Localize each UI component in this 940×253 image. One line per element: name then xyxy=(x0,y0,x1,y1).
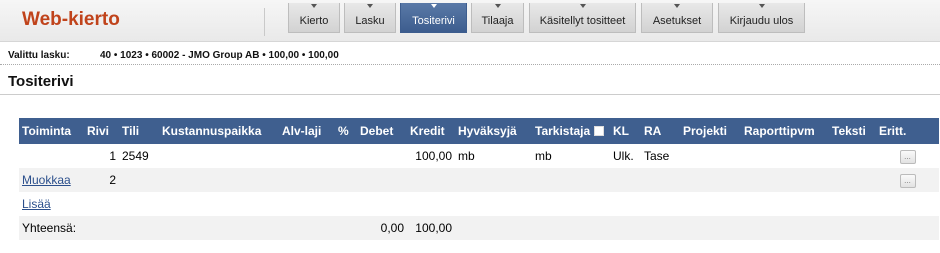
tab-label: Lasku xyxy=(355,15,385,27)
edit-link[interactable]: Muokkaa xyxy=(22,173,71,187)
tab-kasitellyt-tositteet[interactable]: Käsitellyt tositteet xyxy=(529,3,636,33)
row-debet xyxy=(357,144,407,168)
tab-label: Kierto xyxy=(299,15,329,27)
chevron-down-icon xyxy=(579,4,586,8)
col-tarkistaja: Tarkistaja xyxy=(532,118,610,144)
tab-label: Tositerivi xyxy=(412,15,455,27)
chevron-down-icon xyxy=(674,4,680,8)
row-rivi: 1 xyxy=(109,149,116,163)
total-row: Yhteensä: 0,00 100,00 xyxy=(19,216,939,240)
row-action xyxy=(19,144,84,168)
tab-label: Kirjaudu ulos xyxy=(729,15,794,27)
col-eritt: Eritt. xyxy=(876,118,939,144)
chevron-down-icon xyxy=(367,4,373,8)
tab-kierto[interactable]: Kierto xyxy=(288,3,340,33)
tab-label: Asetukset xyxy=(652,15,702,27)
tab-tositerivi[interactable]: Tositerivi xyxy=(400,3,467,33)
tab-lasku[interactable]: Lasku xyxy=(344,3,396,33)
row-alv-laji xyxy=(279,144,335,168)
total-label: Yhteensä: xyxy=(19,216,119,240)
row-debet xyxy=(357,168,407,192)
col-toiminta: Toiminta xyxy=(19,118,84,144)
selected-invoice-label: Valittu lasku: xyxy=(8,50,70,61)
row-percent xyxy=(335,144,357,168)
tab-tilaaja[interactable]: Tilaaja xyxy=(471,3,524,33)
col-teksti: Teksti xyxy=(829,118,876,144)
top-bar: Web-kierto Kierto Lasku Tositerivi Tilaa… xyxy=(0,0,940,42)
col-kustannuspaikka: Kustannuspaikka xyxy=(159,118,279,144)
tab-label: Käsitellyt tositteet xyxy=(539,15,626,27)
tab-asetukset[interactable]: Asetukset xyxy=(641,3,713,33)
divider xyxy=(0,64,940,65)
total-debet: 0,00 xyxy=(357,216,407,240)
row-projekti xyxy=(680,144,741,168)
col-kredit: Kredit xyxy=(407,118,455,144)
divider xyxy=(0,94,940,95)
chevron-down-icon xyxy=(494,4,501,8)
table-row: 1 2549 100,00 mb mb Ulk. Tase ... xyxy=(19,144,939,168)
row-tili xyxy=(119,168,159,192)
row-ra: Tase xyxy=(644,149,670,163)
col-percent: % xyxy=(335,118,357,144)
specification-button[interactable]: ... xyxy=(899,174,916,188)
row-action: Lisää xyxy=(19,192,84,216)
row-hyvaksyja: mb xyxy=(458,149,475,163)
col-raporttipvm: Raporttipvm xyxy=(741,118,829,144)
row-kredit xyxy=(407,168,455,192)
add-row: Lisää xyxy=(19,192,939,216)
row-raporttipvm xyxy=(741,144,829,168)
add-link[interactable]: Lisää xyxy=(22,197,51,211)
row-eritt: ... xyxy=(876,168,939,192)
row-alv-laji xyxy=(279,168,335,192)
row-teksti xyxy=(829,168,876,192)
col-hyvaksyja: Hyväksyjä xyxy=(455,118,532,144)
col-kl: KL xyxy=(610,118,641,144)
col-projekti: Projekti xyxy=(680,118,741,144)
tab-kirjaudu-ulos[interactable]: Kirjaudu ulos xyxy=(718,3,805,33)
empty-cell xyxy=(455,216,939,240)
row-ra xyxy=(641,168,680,192)
row-tili: 2549 xyxy=(122,149,149,163)
row-hyvaksyja xyxy=(455,168,532,192)
chevron-down-icon xyxy=(430,4,437,8)
chevron-down-icon xyxy=(311,4,317,8)
chevron-down-icon xyxy=(758,4,765,8)
row-kl xyxy=(610,168,641,192)
col-alv-laji: Alv-laji xyxy=(279,118,335,144)
row-kredit: 100,00 xyxy=(415,149,452,163)
row-rivi: 2 xyxy=(84,168,119,192)
col-debet: Debet xyxy=(357,118,407,144)
row-action: Muokkaa xyxy=(19,168,84,192)
selected-invoice: Valittu lasku: 40 • 1023 • 60002 - JMO Gr… xyxy=(8,50,339,61)
row-raporttipvm xyxy=(741,168,829,192)
nav-divider xyxy=(264,8,265,36)
row-kustannuspaikka xyxy=(159,144,279,168)
table-header-row: Toiminta Rivi Tili Kustannuspaikka Alv-l… xyxy=(19,118,939,144)
total-kredit: 100,00 xyxy=(407,216,455,240)
col-ra: RA xyxy=(641,118,680,144)
empty-cell xyxy=(84,192,939,216)
row-kl: Ulk. xyxy=(613,149,634,163)
row-projekti xyxy=(680,168,741,192)
col-tarkistaja-label: Tarkistaja xyxy=(535,124,591,138)
page-title: Tositerivi xyxy=(8,73,74,90)
selected-invoice-value: 40 • 1023 • 60002 - JMO Group AB • 100,0… xyxy=(100,50,339,61)
empty-cell xyxy=(119,216,357,240)
voucher-lines-table: Toiminta Rivi Tili Kustannuspaikka Alv-l… xyxy=(19,118,939,240)
app-logo: Web-kierto xyxy=(22,9,120,30)
table-row: Muokkaa 2 ... xyxy=(19,168,939,192)
row-eritt: ... xyxy=(876,144,939,168)
tab-label: Tilaaja xyxy=(481,15,514,27)
col-rivi: Rivi xyxy=(84,118,119,144)
row-percent xyxy=(335,168,357,192)
row-kustannuspaikka xyxy=(159,168,279,192)
row-tarkistaja: mb xyxy=(535,149,552,163)
col-tili: Tili xyxy=(119,118,159,144)
select-all-checkbox[interactable] xyxy=(593,126,604,136)
specification-button[interactable]: ... xyxy=(899,150,916,164)
row-tarkistaja xyxy=(532,168,610,192)
row-teksti xyxy=(829,144,876,168)
